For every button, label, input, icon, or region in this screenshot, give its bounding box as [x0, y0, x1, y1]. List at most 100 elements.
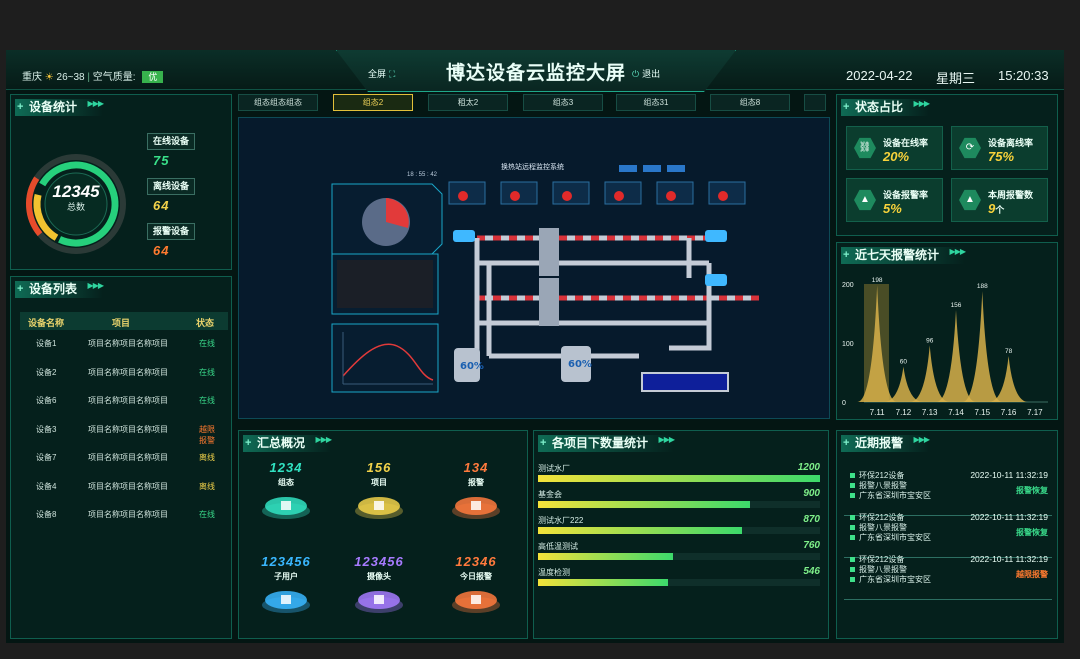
tab-4[interactable]: 组态31	[616, 94, 696, 111]
fullscreen-button[interactable]: 全屏 ⛶	[368, 67, 395, 80]
chevrons-icon: ▶▶▶	[315, 435, 333, 444]
peak-label: 198	[872, 277, 883, 284]
project-value: 546	[803, 566, 820, 577]
tab-5[interactable]: 组态8	[710, 94, 790, 111]
tile-label: 设备报警率	[883, 190, 929, 200]
project-value: 870	[803, 514, 820, 525]
panel-title: + 设备列表 ▶▶▶	[15, 281, 104, 298]
table-row[interactable]: 设备3 项目名称项目名称项目 越限报警	[26, 418, 222, 445]
chevrons-icon: ▶▶▶	[87, 99, 105, 108]
x-tick-label: 7.12	[896, 408, 912, 417]
device-status: 在线	[199, 396, 215, 405]
title-banner: 博达设备云监控大屏	[336, 50, 736, 92]
offline-rate-tile: ⟳ 设备离线率 75%	[951, 126, 1048, 170]
device-project: 项目名称项目名称项目	[88, 424, 168, 434]
table-row[interactable]: 设备7 项目名称项目名称项目 离线	[26, 446, 222, 466]
device-status: 在线	[199, 510, 215, 519]
date-display: 2022-04-22	[846, 68, 913, 83]
summary-item: 12346 今日报警	[446, 554, 506, 582]
tab-3[interactable]: 组态3	[523, 94, 603, 111]
alarm-item[interactable]: 环保212设备 报警八景报警 广东省深圳市宝安区 2022-10-11 11:32:1…	[844, 510, 1052, 558]
table-row[interactable]: 设备2 项目名称项目名称项目 在线	[26, 361, 222, 381]
summary-label: 组态	[278, 478, 294, 487]
x-tick-label: 7.17	[1027, 408, 1043, 417]
top-bar: 重庆 ☀ 26~38 | 空气质量: 优 博达设备云监控大屏 全屏 ⛶ ⏻ 退出 2…	[6, 50, 1064, 92]
table-row[interactable]: 设备1 项目名称项目名称项目 在线	[26, 332, 222, 352]
x-tick-label: 7.16	[1001, 408, 1017, 417]
project-bar-row: 测试水厂 1200	[538, 462, 820, 491]
user-icon	[261, 588, 311, 614]
device-name: 设备2	[36, 367, 57, 377]
tile-value: 9个	[988, 201, 1005, 216]
alarm-time: 2022-10-11 11:32:19	[970, 512, 1048, 522]
time-display: 15:20:33	[998, 68, 1049, 83]
project-value: 900	[803, 488, 820, 499]
online-value: 75	[153, 153, 170, 168]
alarm-status: 越限报警	[1016, 570, 1048, 579]
device-project: 项目名称项目名称项目	[88, 453, 168, 462]
grid-icon	[261, 494, 311, 520]
device-name: 设备4	[36, 481, 57, 491]
panel-title: + 近期报警 ▶▶▶	[841, 435, 930, 452]
summary-label: 摄像头	[367, 572, 391, 581]
alarm-location: 广东省深圳市宝安区	[850, 532, 931, 543]
panel-title: + 设备统计 ▶▶▶	[15, 99, 104, 116]
panel-title: + 近七天报警统计 ▶▶▶	[841, 247, 966, 264]
tile-label: 设备离线率	[988, 138, 1034, 148]
alarm-value: 64	[153, 243, 170, 258]
x-tick-label: 7.14	[948, 408, 964, 417]
peak-label: 78	[1005, 348, 1013, 355]
peak-label: 156	[951, 302, 962, 309]
device-project: 项目名称项目名称项目	[88, 396, 168, 405]
tab-2[interactable]: 租太2	[428, 94, 508, 111]
plus-icon: +	[843, 437, 850, 449]
chevrons-icon: ▶▶▶	[949, 247, 967, 256]
table-row[interactable]: 设备6 项目名称项目名称项目 在线	[26, 389, 222, 409]
summary-label: 子用户	[274, 572, 298, 581]
summary-label: 项目	[371, 478, 387, 487]
device-stats-panel: + 设备统计 ▶▶▶ 12345 总数 在线设备 75 离线设备 64 报警设备 6…	[10, 94, 232, 270]
project-bar-row: 温度检测 546	[538, 566, 820, 595]
bar-fill	[538, 501, 750, 508]
exit-button[interactable]: ⏻ 退出	[632, 67, 660, 80]
peak-label: 96	[926, 337, 934, 344]
temperature: 26~38	[56, 72, 85, 83]
online-rate-tile: ⛓ 设备在线率 20%	[846, 126, 943, 170]
offline-label: 离线设备	[147, 178, 196, 195]
tab-bar: 组态组态组态 组态2 租太2 组态3 组态31 组态8	[238, 93, 830, 113]
tile-value: 5%	[883, 201, 902, 216]
bar-fill	[538, 527, 743, 534]
alarm-location: 广东省深圳市宝安区	[850, 574, 931, 585]
device-status: 离线	[199, 453, 215, 462]
tile-label: 本周报警数	[988, 190, 1034, 200]
bar-fill	[538, 553, 674, 560]
bell-icon: ▲	[959, 189, 981, 211]
table-row[interactable]: 设备4 项目名称项目名称项目 离线	[26, 475, 222, 495]
area-peak	[962, 291, 1002, 402]
tile-value: 75%	[988, 149, 1015, 164]
x-tick-label: 7.11	[870, 408, 886, 417]
page-title: 博达设备云监控大屏	[445, 63, 626, 84]
alarm-item[interactable]: 环保212设备 报警八景报警 广东省深圳市宝安区 2022-10-11 11:32:1…	[844, 468, 1052, 516]
tab-0[interactable]: 组态组态组态	[238, 94, 318, 111]
unlink-icon: ⟳	[959, 137, 981, 159]
summary-value: 12346	[455, 554, 497, 569]
total-value: 12345	[52, 182, 100, 201]
device-name: 设备3	[36, 424, 57, 434]
summary-value: 156	[366, 460, 392, 475]
table-row[interactable]: 设备8 项目名称项目名称项目 在线	[26, 503, 222, 523]
plus-icon: +	[245, 437, 252, 449]
project-name: 温度检测	[538, 568, 570, 577]
summary-value: 134	[463, 460, 489, 475]
offline-value: 64	[153, 198, 170, 213]
city-label: 重庆	[22, 72, 42, 83]
alarm-item[interactable]: 环保212设备 报警八景报警 广东省深圳市宝安区 2022-10-11 11:32:1…	[844, 552, 1052, 600]
alarm-status: 报警恢复	[1016, 486, 1048, 495]
scada-graphics: 60% 60%	[331, 165, 759, 393]
summary-item: 123456 子用户	[256, 554, 316, 582]
tab-overflow[interactable]	[804, 94, 826, 111]
device-name: 设备7	[36, 453, 57, 462]
area-peak	[936, 309, 976, 402]
tab-1[interactable]: 组态2	[333, 94, 413, 111]
column-header-status: 状态	[196, 318, 215, 328]
